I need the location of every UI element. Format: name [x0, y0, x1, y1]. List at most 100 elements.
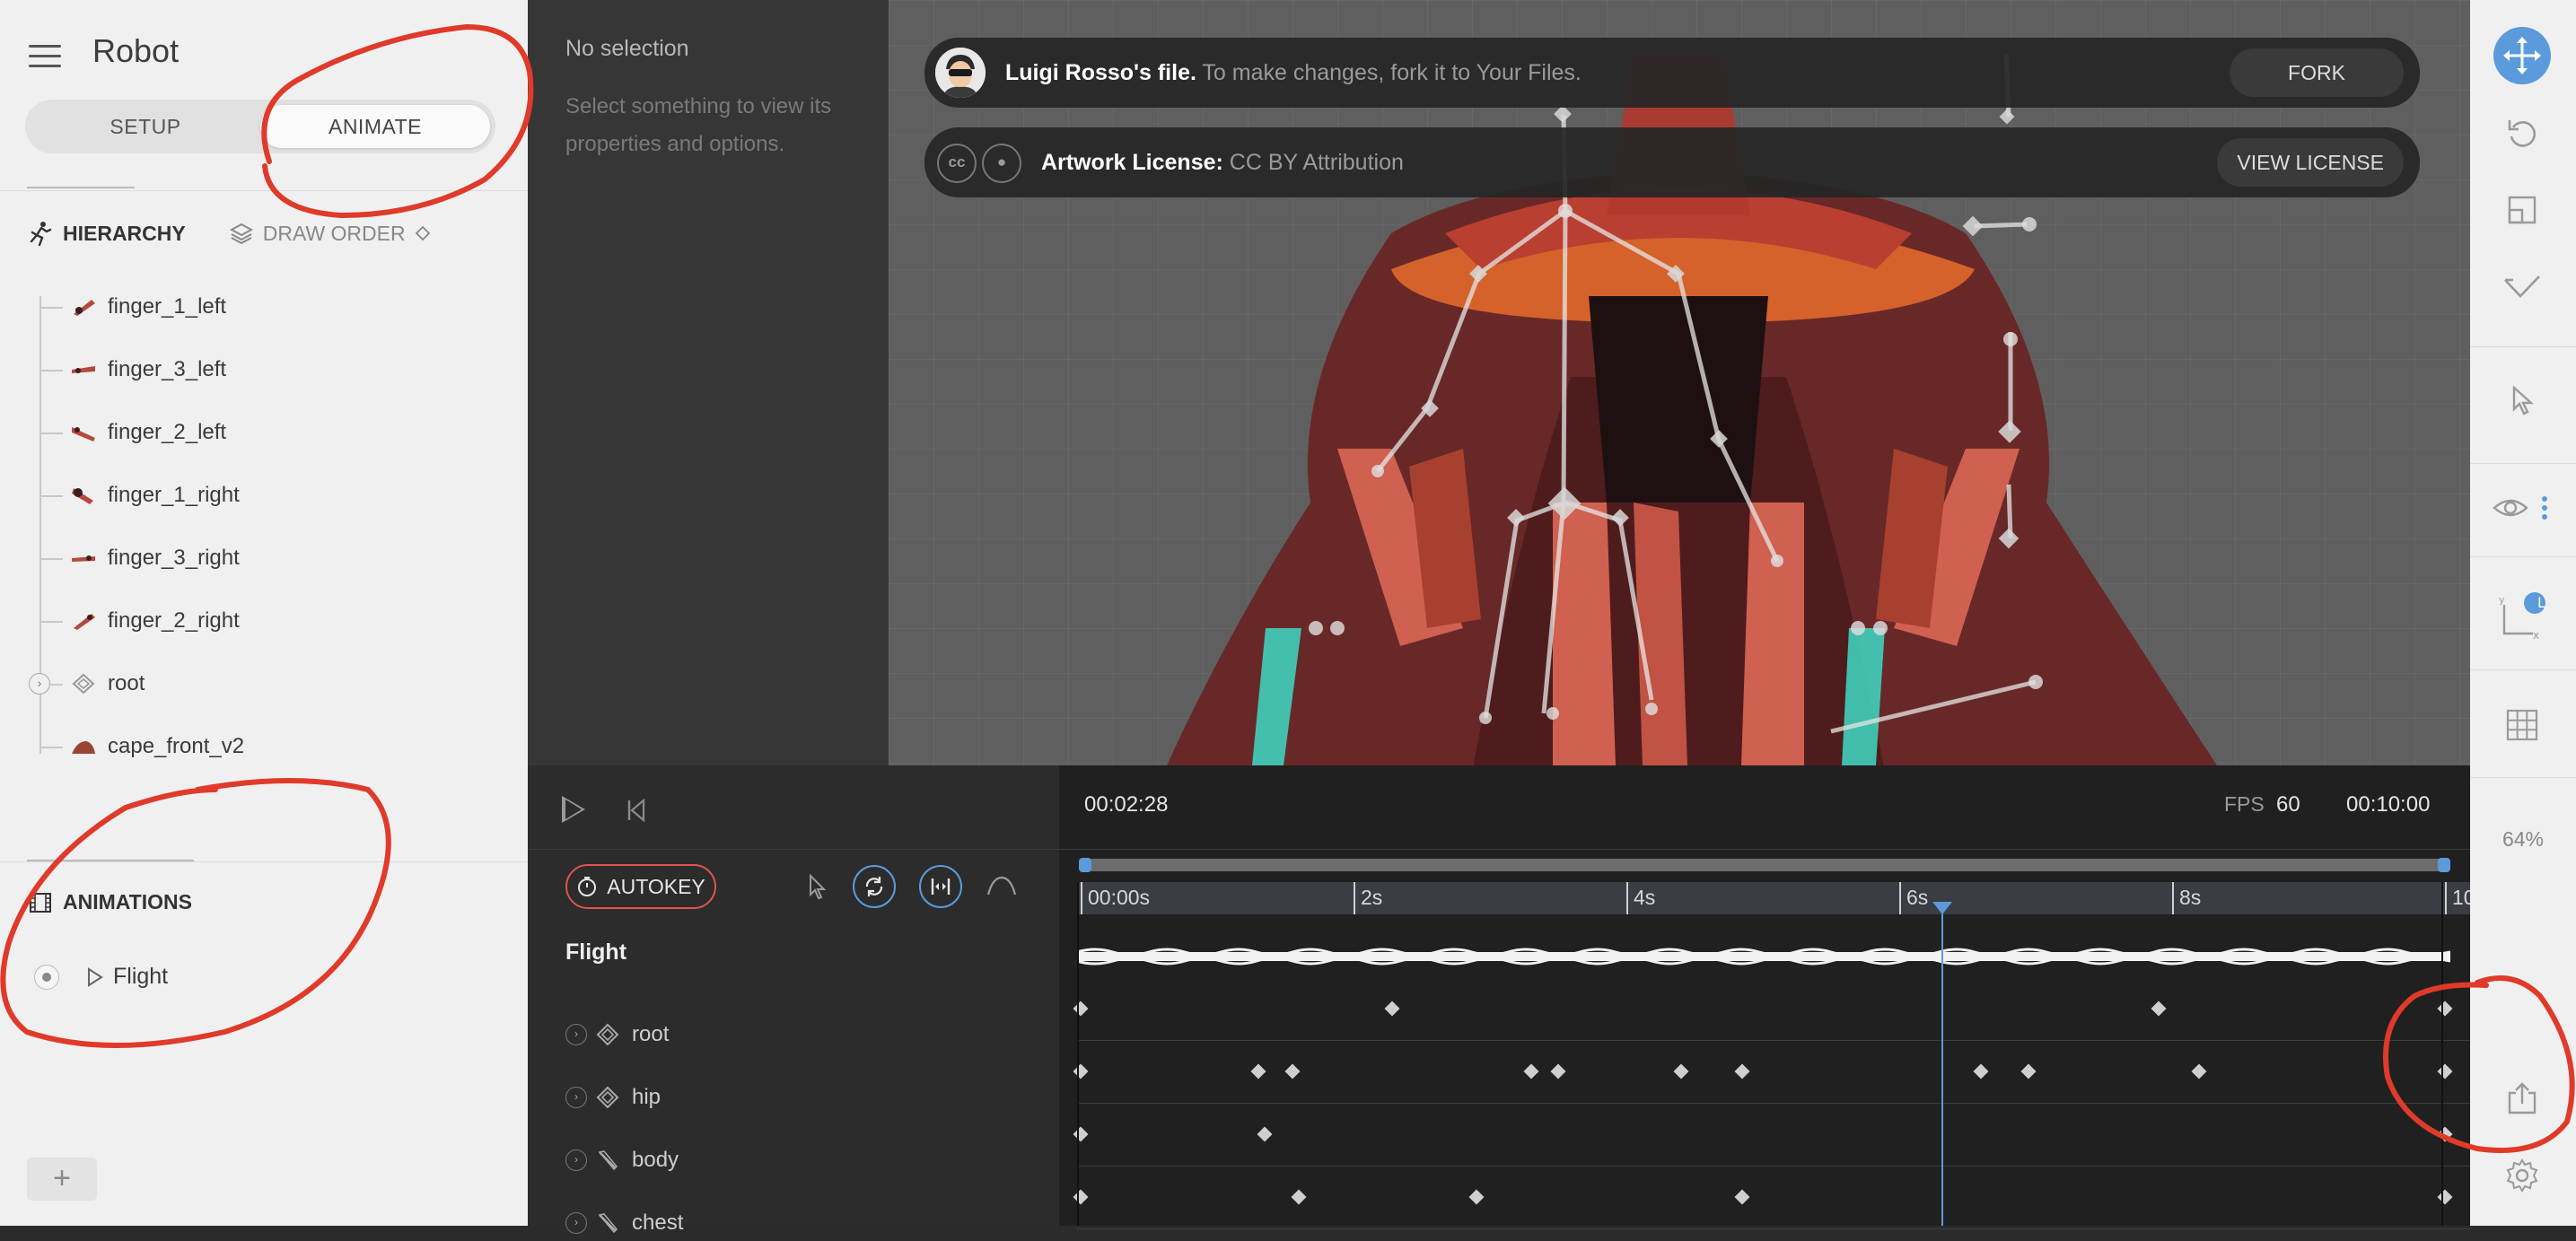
transform-confirm-button[interactable]: [2490, 255, 2554, 319]
work-area-button[interactable]: [919, 865, 962, 908]
keyframe-diamond[interactable]: [1257, 1126, 1273, 1142]
stopwatch-icon: [578, 877, 597, 896]
add-animation-button[interactable]: +: [27, 1158, 97, 1201]
keyframe-diamond[interactable]: [1291, 1189, 1307, 1205]
expand-chevron-icon[interactable]: ›: [29, 673, 50, 695]
expand-chevron-icon[interactable]: ›: [565, 1087, 587, 1108]
playhead-handle[interactable]: [1932, 902, 1952, 914]
skip-to-start-icon[interactable]: [626, 797, 646, 824]
fork-button[interactable]: FORK: [2230, 48, 2404, 97]
keyframe-diamond[interactable]: [1250, 1063, 1266, 1079]
eye-icon: [2493, 496, 2547, 520]
time-ruler[interactable]: 00:00s 2s 4s 6s 8s 10: [1077, 882, 2475, 914]
track-root[interactable]: › root: [565, 1017, 669, 1053]
keyframe-diamond[interactable]: [1734, 1063, 1750, 1079]
running-figure-icon: [30, 222, 52, 247]
ease-curve-icon[interactable]: [986, 875, 1018, 898]
keyframe-diamond[interactable]: [2020, 1063, 2037, 1079]
tree-item-label: finger_2_right: [108, 608, 240, 633]
move-tool-button[interactable]: [2490, 23, 2554, 88]
axis-button[interactable]: x y L: [2490, 583, 2554, 648]
playhead[interactable]: [1941, 904, 1943, 1226]
loop-button[interactable]: [853, 865, 896, 908]
tab-draw-order[interactable]: DRAW ORDER: [229, 221, 431, 246]
animations-header-label: ANIMATIONS: [63, 890, 192, 913]
attribution-icon: ●: [982, 144, 1021, 183]
track-body[interactable]: › body: [565, 1142, 679, 1178]
svg-text:y: y: [2499, 594, 2505, 606]
keyframe-diamond[interactable]: [2151, 1001, 2167, 1017]
work-area-start-handle[interactable]: [1079, 858, 1091, 872]
timeline-animation-name: Flight: [565, 939, 627, 965]
section-divider: [0, 190, 528, 191]
duration[interactable]: 00:10:00: [2346, 792, 2430, 817]
ruler-tick: [1081, 882, 1082, 914]
grid-icon: [2506, 709, 2538, 741]
work-area-icon: [931, 878, 951, 895]
license-notice: cc ● Artwork License: CC BY Attribution …: [924, 127, 2420, 197]
visibility-button[interactable]: [2490, 476, 2554, 540]
keyframe-diamond[interactable]: [1550, 1063, 1566, 1079]
animation-item-flight[interactable]: Flight: [34, 964, 168, 990]
current-time[interactable]: 00:02:28: [1084, 792, 1168, 817]
track-label: hip: [632, 1085, 662, 1109]
keyframe-diamond[interactable]: [2437, 1189, 2453, 1205]
expand-chevron-icon[interactable]: ›: [565, 1024, 587, 1045]
expand-chevron-icon[interactable]: ›: [565, 1212, 587, 1234]
keyframe-diamond[interactable]: [1523, 1063, 1539, 1079]
keyframe-diamond[interactable]: [1734, 1189, 1750, 1205]
keyframe-diamond[interactable]: [1384, 1001, 1400, 1017]
fps-value[interactable]: 60: [2276, 792, 2300, 817]
keyframe-diamond[interactable]: [2437, 1063, 2453, 1079]
tab-hierarchy[interactable]: HIERARCHY: [27, 220, 186, 247]
ruler-label: 2s: [1361, 886, 1383, 909]
bone-root-icon: [72, 673, 95, 695]
settings-button[interactable]: [2490, 1143, 2554, 1208]
select-tool-button[interactable]: [2490, 368, 2554, 433]
hamburger-menu-icon[interactable]: [29, 45, 61, 68]
track-hip[interactable]: › hip: [565, 1079, 661, 1115]
fork-notice: Luigi Rosso's file. To make changes, for…: [924, 38, 2420, 108]
mode-toggle: SETUP ANIMATE: [25, 100, 495, 153]
animate-mode-tab[interactable]: ANIMATE: [260, 105, 490, 148]
keyframe-diamond[interactable]: [1973, 1063, 1989, 1079]
track-chest[interactable]: › chest: [565, 1205, 683, 1241]
zoom-level[interactable]: 64%: [2470, 827, 2576, 852]
keyframe-diamond[interactable]: [1673, 1063, 1689, 1079]
animation-summary-bar: [1077, 948, 2450, 966]
tree-item-label: cape_front_v2: [108, 734, 245, 758]
tree-item-label: finger_1_left: [108, 294, 227, 319]
play-triangle-icon[interactable]: [86, 966, 104, 988]
active-animation-radio[interactable]: [34, 964, 59, 990]
export-button[interactable]: [2490, 1066, 2554, 1131]
setup-mode-tab[interactable]: SETUP: [31, 105, 260, 148]
work-area-end-handle[interactable]: [2438, 858, 2450, 872]
keyframe-row-hip[interactable]: [1073, 1040, 2470, 1104]
rotate-tool-button[interactable]: [2490, 101, 2554, 165]
ruler-tick: [2445, 882, 2447, 914]
scale-tool-button[interactable]: [2490, 178, 2554, 242]
toolbar-divider: [2470, 463, 2576, 464]
work-area-scrubber[interactable]: [1079, 858, 2450, 872]
toolbar-divider: [2470, 669, 2576, 670]
keyframe-diamond[interactable]: [1468, 1189, 1485, 1205]
keyframe-row-chest[interactable]: [1073, 1166, 2470, 1229]
play-icon[interactable]: [562, 796, 585, 823]
keyframe-diamond[interactable]: [2437, 1001, 2453, 1017]
cursor-icon[interactable]: [806, 873, 829, 900]
keyframe-diamond[interactable]: [2191, 1063, 2207, 1079]
grid-button[interactable]: [2490, 693, 2554, 757]
keyframe-diamond[interactable]: [2437, 1126, 2453, 1142]
expand-chevron-icon[interactable]: ›: [565, 1149, 587, 1171]
autokey-button[interactable]: AUTOKEY: [565, 864, 716, 909]
right-toolbar: x y L 64%: [2470, 0, 2576, 1226]
keyframe-diamond[interactable]: [1284, 1063, 1301, 1079]
timeline-panel: 00:02:28 FPS 60 00:10:00 AUTOKEY Flight …: [528, 765, 2475, 1235]
stage-canvas[interactable]: Luigi Rosso's file. To make changes, for…: [889, 0, 2470, 765]
keyframe-row-root[interactable]: [1073, 977, 2470, 1041]
keyframe-row-body[interactable]: [1073, 1103, 2470, 1167]
view-license-button[interactable]: VIEW LICENSE: [2217, 138, 2404, 187]
ruler-tick: [2172, 882, 2174, 914]
image-thumb-icon: [72, 555, 95, 562]
ruler-label: 8s: [2179, 886, 2202, 909]
